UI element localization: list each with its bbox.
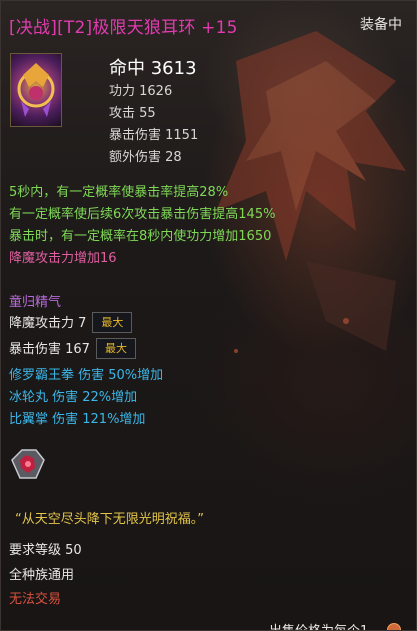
flavor-text: “从天空尽头降下无限光明祝福。” bbox=[15, 512, 204, 527]
stat-line: 功力 1626 bbox=[109, 84, 173, 99]
item-tooltip: [决战][T2]极限天狼耳环 +15 装备中 命中 3613 功力 1626 攻… bbox=[0, 0, 417, 631]
skill-bonus-line: 比翼掌 伤害 121%增加 bbox=[9, 412, 146, 427]
refine-row: 暴击伤害 167 最大 bbox=[9, 338, 136, 359]
stat-line: 额外伤害 28 bbox=[109, 150, 182, 165]
max-badge: 最大 bbox=[92, 312, 133, 333]
item-title: [决战][T2]极限天狼耳环 +15 bbox=[9, 18, 238, 38]
sell-price: 出售价格为每个1 bbox=[269, 620, 368, 630]
stat-line: 攻击 55 bbox=[109, 106, 156, 121]
race-restriction: 全种族通用 bbox=[9, 568, 75, 583]
effect-line-demon-attack: 降魔攻击力增加16 bbox=[9, 251, 117, 266]
refine-section-title: 童归精气 bbox=[9, 295, 62, 310]
max-badge: 最大 bbox=[95, 338, 136, 359]
equipped-label: 装备中 bbox=[360, 17, 402, 33]
required-level: 要求等级 50 bbox=[9, 543, 82, 558]
refine-row-label: 暴击伤害 167 bbox=[9, 342, 90, 357]
effect-line: 有一定概率使后续6次攻击暴击伤害提高145% bbox=[9, 207, 276, 222]
trade-restriction: 无法交易 bbox=[9, 592, 62, 607]
copper-coin-icon bbox=[387, 623, 401, 630]
skill-bonus-line: 冰轮丸 伤害 22%增加 bbox=[9, 390, 138, 405]
wolf-earring-icon bbox=[10, 53, 62, 127]
refine-row-label: 降魔攻击力 7 bbox=[9, 316, 87, 331]
effect-line: 5秒内，有一定概率使暴击率提高28% bbox=[9, 185, 229, 200]
effect-line: 暴击时，有一定概率在8秒内使功力增加1650 bbox=[9, 229, 272, 244]
stat-main-accuracy: 命中 3613 bbox=[109, 58, 197, 79]
stat-line: 暴击伤害 1151 bbox=[109, 128, 199, 143]
refine-row: 降魔攻击力 7 最大 bbox=[9, 312, 133, 333]
skill-bonus-line: 修罗霸王拳 伤害 50%增加 bbox=[9, 368, 164, 383]
red-gem-icon bbox=[7, 445, 49, 483]
